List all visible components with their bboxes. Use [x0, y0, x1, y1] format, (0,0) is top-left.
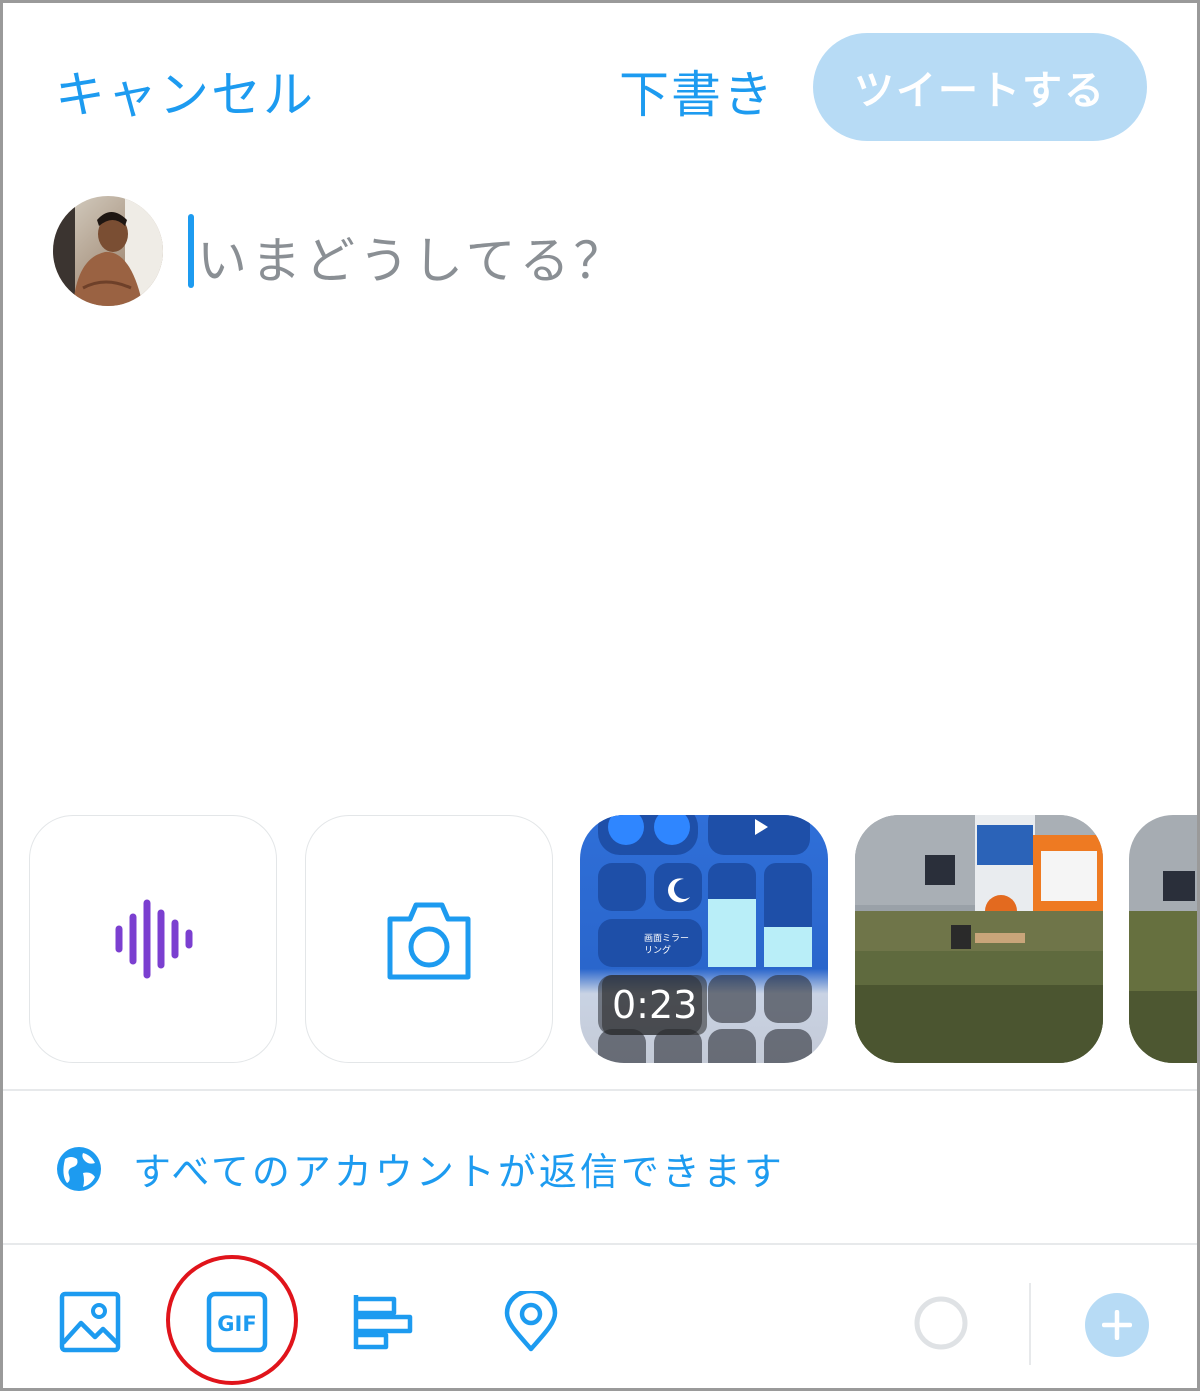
- tweet-button[interactable]: ツイートする: [813, 33, 1147, 141]
- voice-tweet-button[interactable]: [29, 815, 277, 1063]
- highlight-ring: [166, 1255, 298, 1385]
- avatar-photo: [53, 196, 163, 306]
- svg-text:リング: リング: [644, 944, 671, 956]
- globe-icon: [57, 1146, 101, 1191]
- video-duration-label: 0:23: [602, 975, 708, 1035]
- reply-setting-label: すべてのアカウントが返信できます: [133, 1150, 785, 1194]
- media-thumbnail-photo-partial[interactable]: [1129, 815, 1197, 1063]
- media-divider: [3, 1089, 1197, 1091]
- media-thumbnail-photo[interactable]: [855, 815, 1103, 1063]
- image-icon: [59, 1291, 121, 1353]
- toolbar-separator: [1029, 1283, 1031, 1365]
- plus-icon: [1102, 1310, 1132, 1340]
- outdoor-photo-partial: [1129, 815, 1197, 1063]
- voice-waveform-icon: [115, 899, 193, 979]
- camera-icon: [387, 902, 471, 980]
- cancel-button[interactable]: キャンセル: [55, 55, 315, 127]
- character-count-ring: [913, 1295, 969, 1355]
- tweet-text-input[interactable]: いまどうしてる？: [197, 221, 628, 293]
- add-thread-button[interactable]: [1085, 1293, 1149, 1357]
- add-image-button[interactable]: [59, 1291, 121, 1357]
- location-icon: [504, 1288, 558, 1352]
- outdoor-photo: [855, 815, 1103, 1063]
- add-poll-button[interactable]: [352, 1291, 414, 1357]
- svg-text:画面ミラー: 画面ミラー: [644, 933, 689, 944]
- reply-setting[interactable]: すべてのアカウントが返信できます: [55, 1141, 785, 1196]
- progress-ring-icon: [914, 1296, 968, 1350]
- camera-button[interactable]: [305, 815, 553, 1063]
- avatar[interactable]: [53, 196, 163, 306]
- poll-icon: [353, 1295, 413, 1350]
- text-cursor: [188, 214, 194, 288]
- toolbar-divider: [3, 1243, 1197, 1245]
- compose-tweet-screen: キャンセル 下書き ツイートする いまどうしてる？ 画面ミラー リング 0:23…: [0, 0, 1200, 1391]
- add-location-button[interactable]: [501, 1288, 561, 1357]
- media-thumbnail-video[interactable]: 画面ミラー リング 0:23: [580, 815, 828, 1063]
- drafts-button[interactable]: 下書き: [619, 55, 775, 127]
